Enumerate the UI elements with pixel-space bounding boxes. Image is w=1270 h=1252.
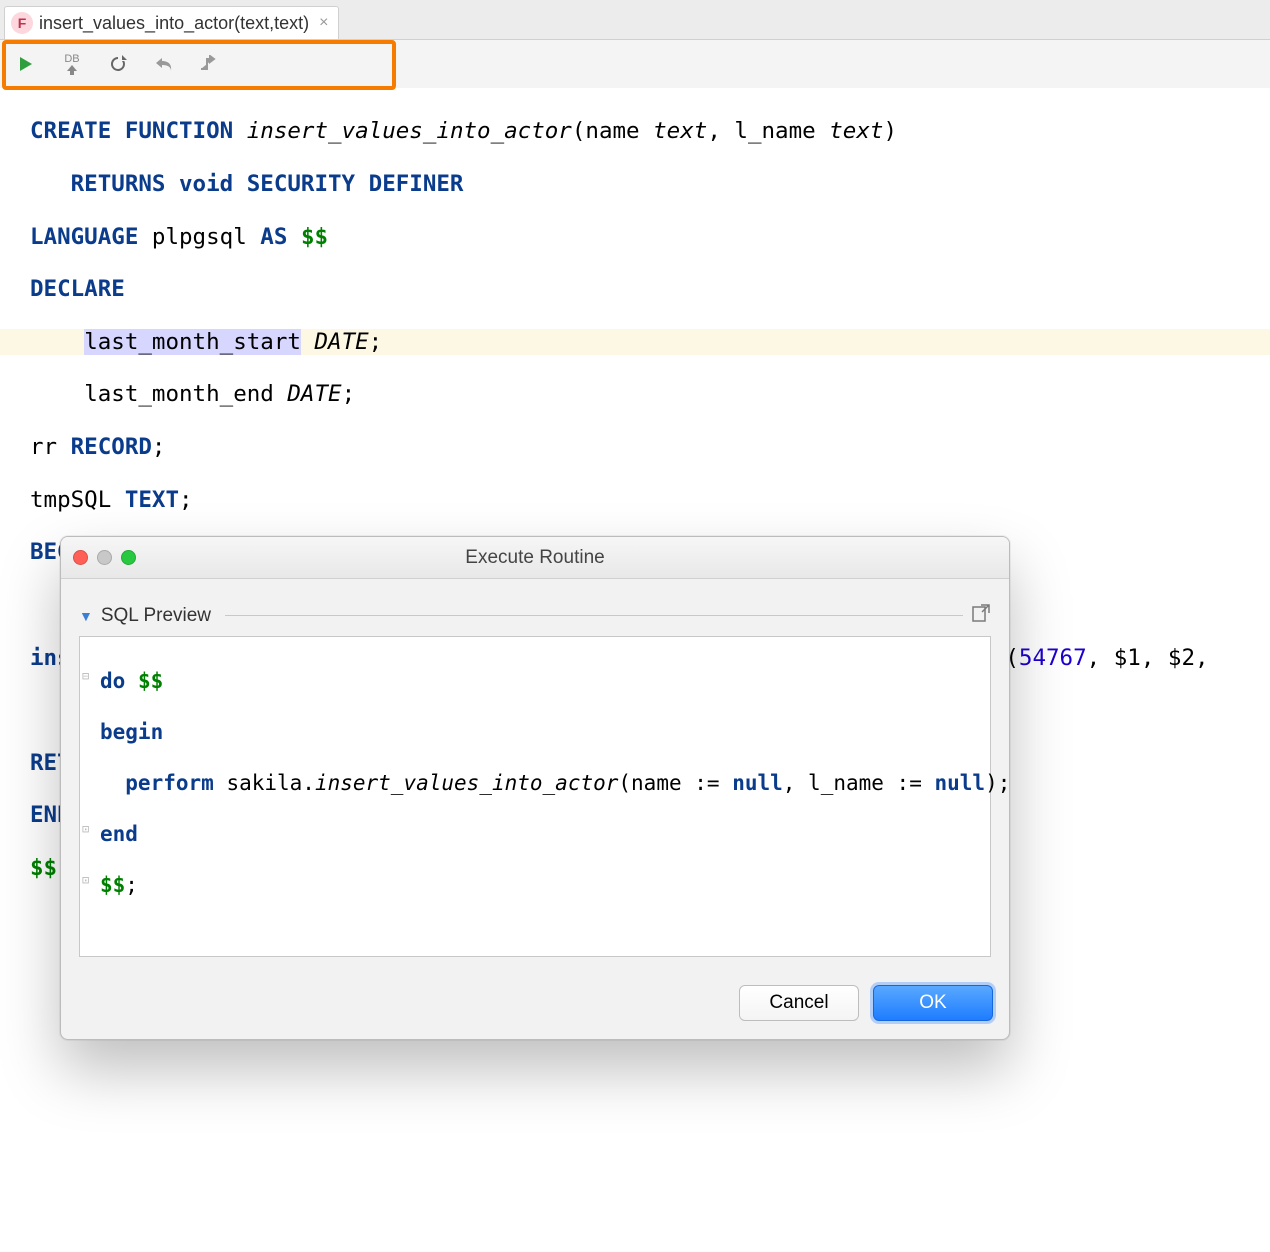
db-submit-icon[interactable]: DB: [58, 50, 86, 78]
toolbar: DB: [0, 40, 1270, 88]
tab-bar: F insert_values_into_actor(text,text) ×: [0, 0, 1270, 40]
cancel-button[interactable]: Cancel: [739, 985, 859, 1021]
dialog-buttons: Cancel OK: [61, 971, 1009, 1039]
tab-label: insert_values_into_actor(text,text): [39, 13, 309, 34]
undo-icon[interactable]: [150, 50, 178, 78]
sql-preview[interactable]: ⊟do $$ begin perform sakila.insert_value…: [79, 636, 991, 957]
ok-button[interactable]: OK: [873, 985, 993, 1021]
fold-marker-icon[interactable]: ⊟: [82, 669, 96, 695]
dialog-titlebar: Execute Routine: [61, 537, 1009, 579]
refresh-icon[interactable]: [104, 50, 132, 78]
fold-end-icon: ⊡: [82, 822, 96, 848]
dialog-title: Execute Routine: [61, 547, 1009, 569]
run-icon[interactable]: [12, 50, 40, 78]
function-file-icon: F: [11, 12, 33, 34]
edit-source-icon[interactable]: [971, 603, 991, 628]
db-label: DB: [64, 54, 79, 65]
step-icon[interactable]: [196, 50, 224, 78]
disclosure-triangle-icon[interactable]: ▼: [79, 608, 93, 624]
execute-routine-dialog: Execute Routine ▼ SQL Preview ⊟do $$ beg…: [60, 536, 1010, 1040]
file-tab[interactable]: F insert_values_into_actor(text,text) ×: [4, 6, 339, 39]
close-icon[interactable]: ×: [319, 14, 328, 32]
section-header[interactable]: ▼ SQL Preview: [79, 603, 991, 628]
fold-end-icon: ⊡: [82, 873, 96, 899]
section-label: SQL Preview: [101, 605, 211, 627]
divider: [225, 615, 963, 616]
